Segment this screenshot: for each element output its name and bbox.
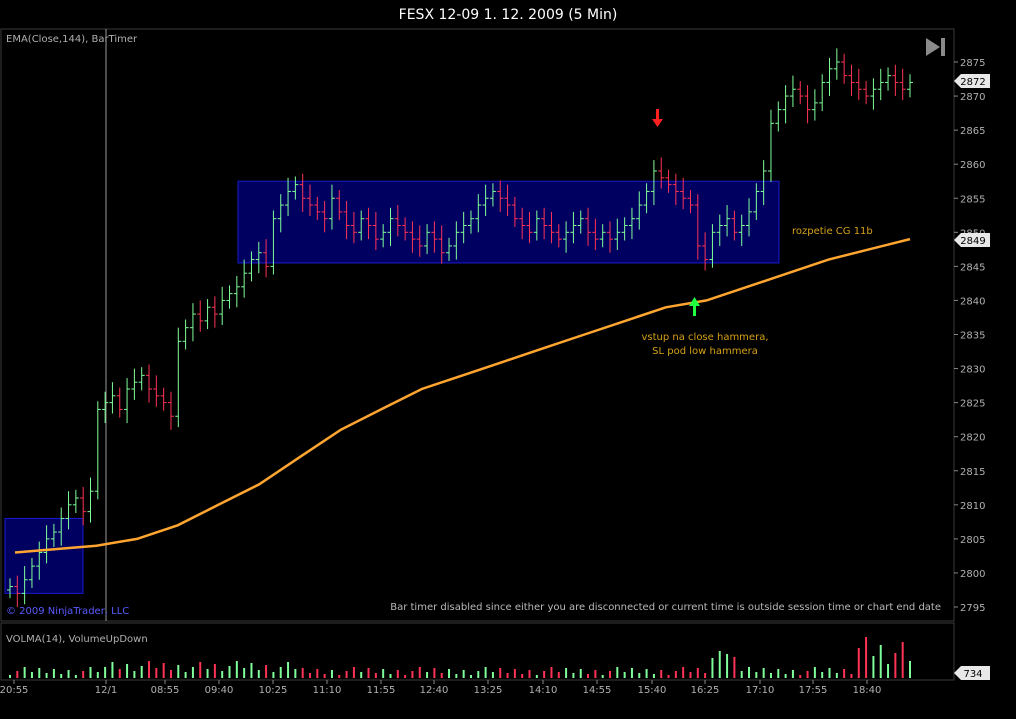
bar-timer-message: Bar timer disabled since either you are … [390,602,941,613]
price-bar [789,75,796,107]
price-bar [855,68,862,101]
volume-badge: 734 [954,666,990,680]
price-bar [94,401,101,500]
price-bar [885,67,892,91]
y-tick-label: 2840 [960,296,985,307]
y-tick-label: 2860 [960,160,985,171]
price-bar [877,68,884,101]
x-tick-label: 14:55 [583,685,612,696]
x-axis: 20:55 12/1 08:55 09:40 10:25 11:10 11:55 12:40 1… [0,680,881,696]
volume-panel-label: VOLMA(14), VolumeUpDown [6,634,148,645]
price-bar [899,68,906,101]
entry-annotation-line2: SL pod low hammera [652,346,758,357]
y-tick-label: 2815 [960,467,985,478]
price-bar [204,299,211,330]
y-axis: 2795 2800 2805 2810 2815 2820 2825 2830 2835 2840… [954,58,985,614]
price-bar [233,275,240,308]
x-tick-label: 15:40 [638,685,667,696]
svg-text:734: 734 [963,669,982,680]
price-bar [160,387,167,411]
price-bar [782,85,789,124]
price-bar [811,89,818,121]
y-tick-label: 2855 [960,194,985,205]
price-bar [182,319,189,350]
y-tick-label: 2870 [960,92,985,103]
x-tick-label: 09:40 [205,685,234,696]
price-bar [109,382,116,414]
price-bar [153,375,160,407]
price-bar [167,391,174,430]
x-tick-label: 17:10 [746,685,775,696]
opening-range-box [4,517,84,594]
y-tick-label: 2875 [960,58,985,69]
x-tick-label: 18:40 [853,685,882,696]
down-arrow-icon [652,109,663,127]
price-bar [138,367,145,391]
y-tick-label: 2810 [960,501,985,512]
price-bar [767,109,774,182]
x-tick-label: 13:25 [474,685,503,696]
x-tick-label: 10:25 [259,685,288,696]
price-bar [197,300,204,332]
price-bar [146,364,153,403]
price-bar [870,78,877,110]
y-tick-label: 2800 [960,569,985,580]
price-bar [211,296,218,328]
y-tick-label: 2835 [960,331,985,342]
price-bar [892,64,899,97]
x-tick-label: 12:40 [420,685,449,696]
x-tick-label: 16:25 [691,685,720,696]
price-bar [219,286,226,325]
x-tick-label: 14:10 [529,685,558,696]
price-bar [124,378,131,424]
entry-annotation-line1: vstup na close hammera, [641,332,768,343]
price-bar [87,477,94,523]
price-bars [7,48,913,607]
y-tick-label: 2805 [960,535,985,546]
x-tick-label: 17:55 [799,685,828,696]
price-bar [804,85,811,124]
price-bar [241,259,248,298]
price-panel-label: EMA(Close,144), BarTimer [6,34,138,45]
price-bar [841,53,848,84]
price-bar [226,285,233,309]
price-bar [819,74,826,112]
y-tick-label: 2845 [960,262,985,273]
last-price-badge: 2872 [954,74,990,88]
x-tick-label: 20:55 [0,685,28,696]
x-tick-label: 12/1 [95,685,117,696]
y-tick-label: 2865 [960,126,985,137]
chart-title: FESX 12-09 1. 12. 2009 (5 Min) [399,7,618,23]
price-bar [848,64,855,97]
price-bar [907,74,913,98]
price-bar [116,387,123,418]
price-bar [797,81,804,105]
price-bar [72,489,79,513]
price-bar [863,81,870,105]
svg-text:2872: 2872 [960,77,985,88]
price-bar [775,101,782,132]
range-annotation: rozpetie CG 11b [792,226,873,237]
y-tick-label: 2830 [960,365,985,376]
x-tick-label: 11:10 [313,685,342,696]
x-tick-label: 11:55 [367,685,396,696]
price-bar [833,48,840,80]
price-bar [826,57,833,97]
y-tick-label: 2795 [960,603,985,614]
price-panel-frame [0,28,955,622]
y-tick-label: 2820 [960,433,985,444]
price-bar [102,391,109,424]
price-bar [131,368,138,400]
skip-to-end-icon[interactable] [926,38,945,56]
x-tick-label: 08:55 [151,685,180,696]
ema-price-badge: 2849 [954,233,990,247]
price-bar [189,303,196,342]
up-arrow-icon [689,297,700,316]
copyright: © 2009 NinjaTrader, LLC [6,606,129,617]
svg-text:2849: 2849 [960,236,985,247]
chart: FESX 12-09 1. 12. 2009 (5 Min) EMA(Close… [0,7,990,696]
price-bar [175,327,182,428]
y-tick-label: 2825 [960,399,985,410]
